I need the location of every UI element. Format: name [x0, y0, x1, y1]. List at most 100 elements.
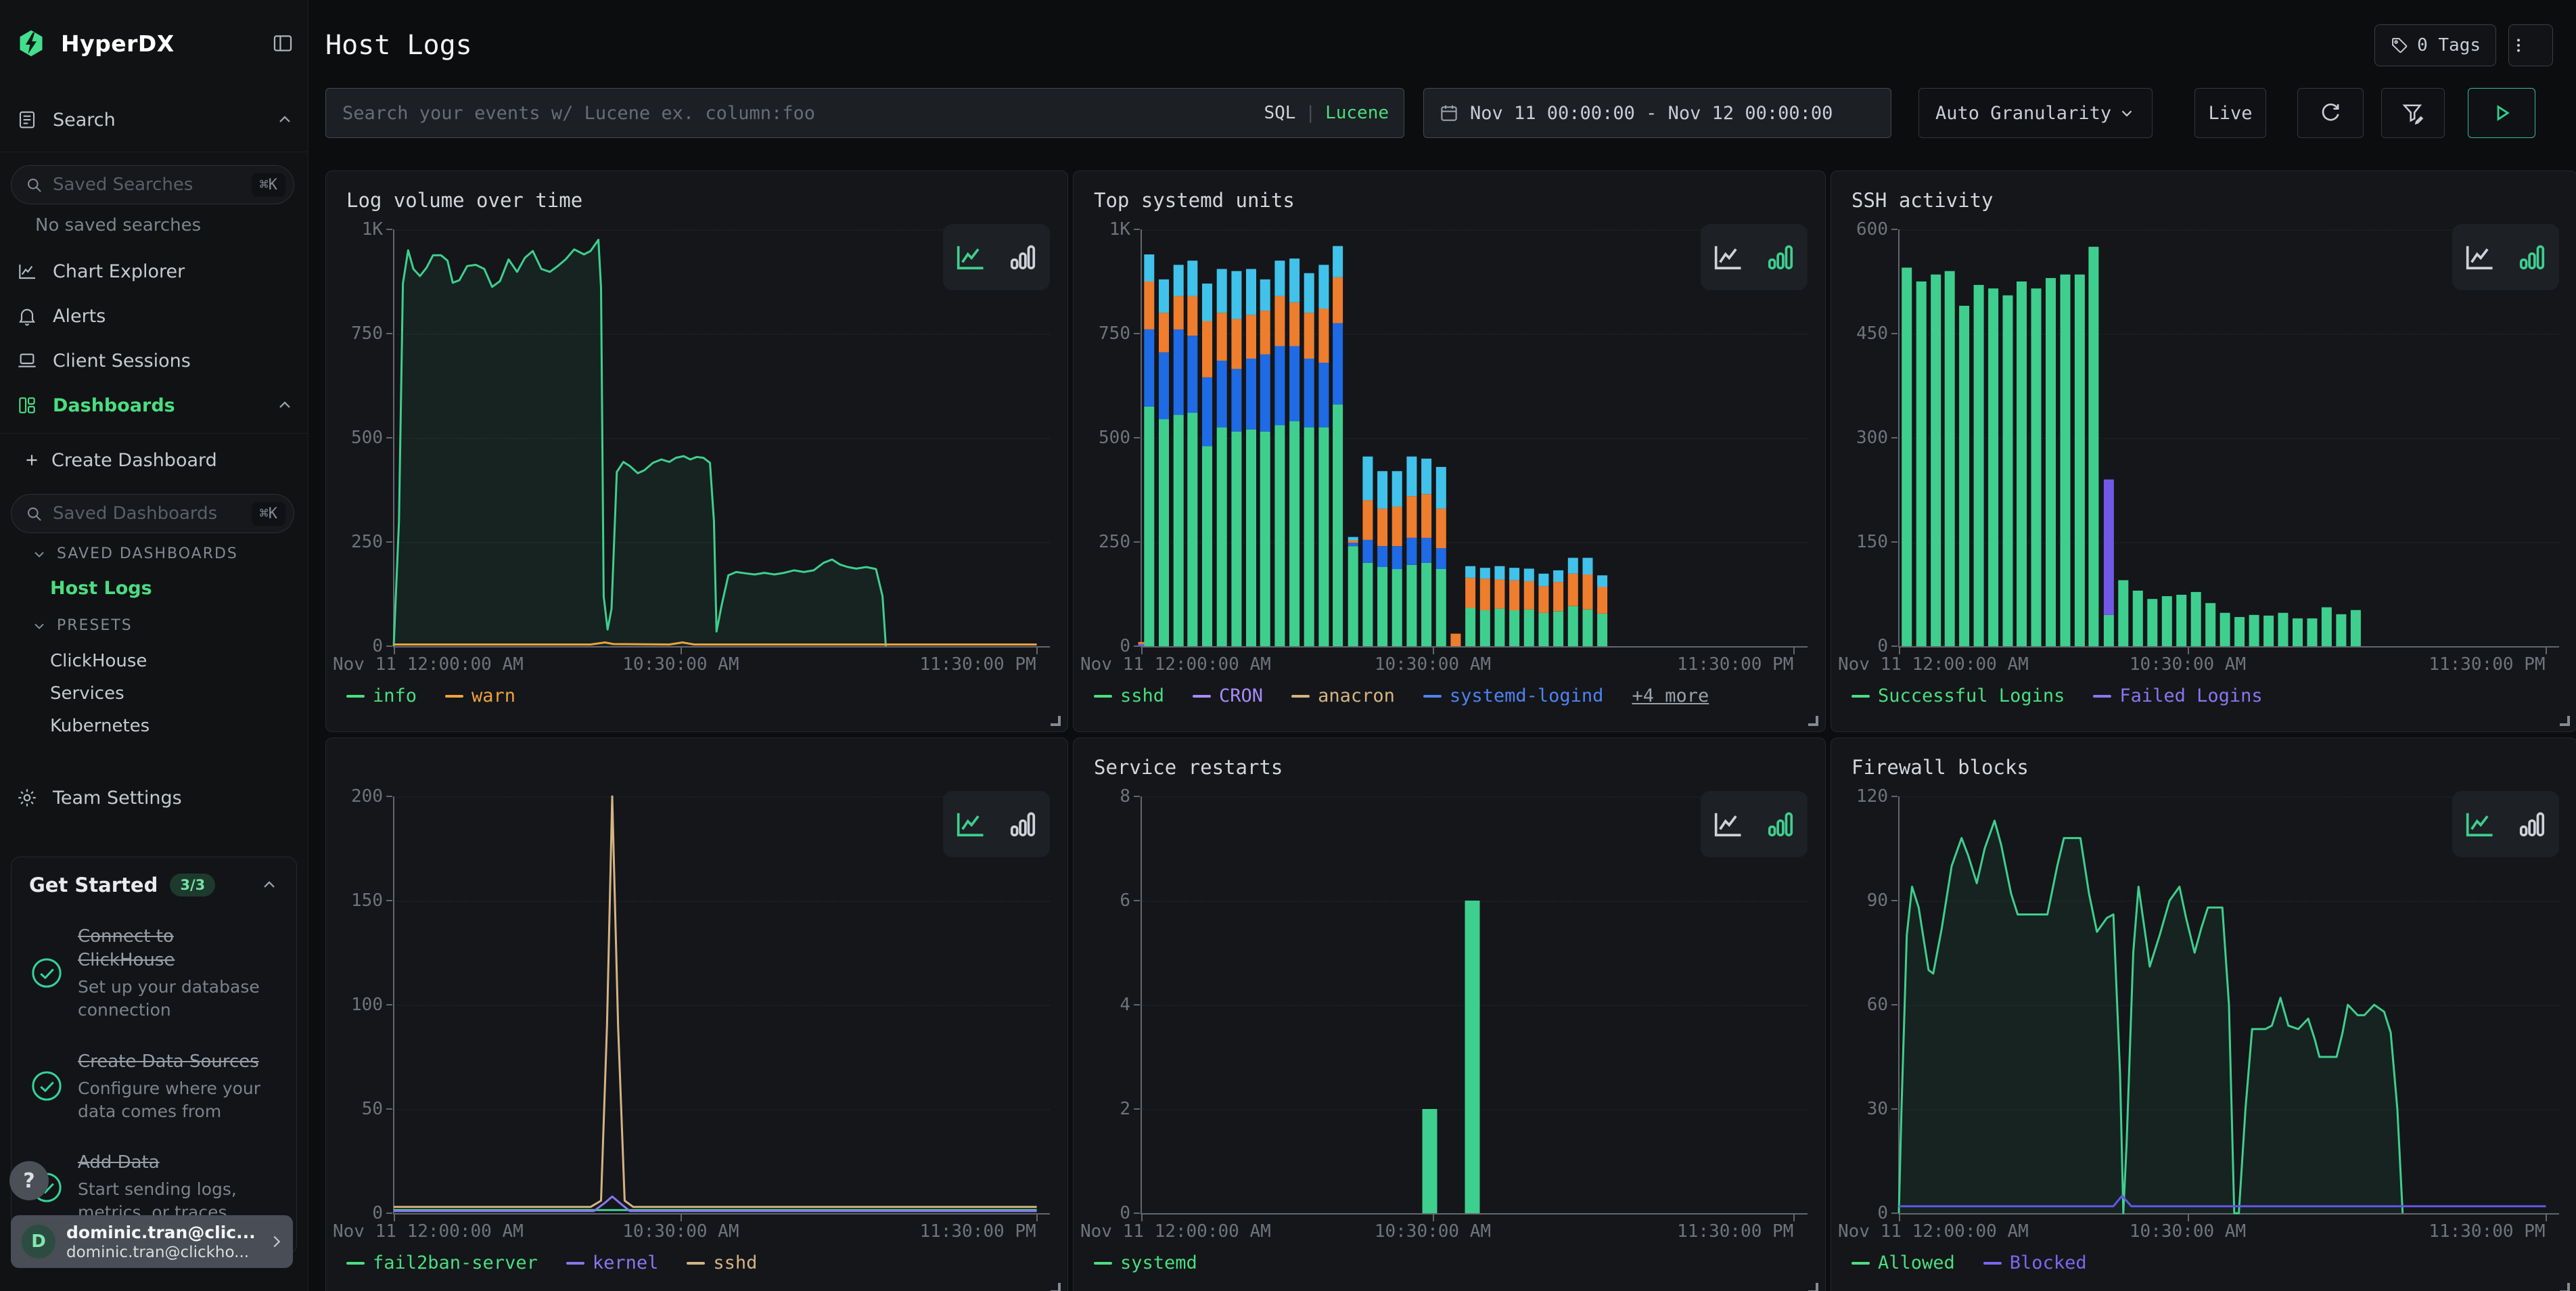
chart-card-service-restarts: Service restarts86420Nov 11 12:00:00 AM1…	[1073, 738, 1826, 1291]
legend-item[interactable]: Blocked	[1983, 1252, 2087, 1273]
x-axis-tick-label: 10:30:00 AM	[622, 654, 739, 675]
tags-button[interactable]: 0 Tags	[2374, 24, 2496, 66]
chart-legend: Successful Logins Failed Logins	[1852, 685, 2263, 706]
saved-dashboards-input[interactable]: Saved Dashboards ⌘K	[11, 494, 294, 533]
y-axis-tick-label: 0	[326, 636, 383, 656]
x-axis-tick	[1433, 1213, 1434, 1221]
bar-chart-mode-icon[interactable]	[2514, 807, 2550, 842]
y-axis-tick	[1891, 900, 1898, 901]
line-chart-mode-icon[interactable]	[2462, 807, 2497, 842]
sidebar-item-services[interactable]: Services	[50, 683, 124, 704]
event-search-input[interactable]: Search your events w/ Lucene ex. column:…	[325, 88, 1404, 138]
legend-item[interactable]: sshd	[687, 1252, 757, 1273]
legend-item[interactable]: systemd	[1094, 1252, 1197, 1273]
date-range-picker[interactable]: Nov 11 00:00:00 - Nov 12 00:00:00	[1423, 88, 1891, 138]
legend-item[interactable]: sshd	[1094, 685, 1164, 706]
legend-label: info	[373, 685, 417, 706]
legend-item[interactable]: CRON	[1193, 685, 1263, 706]
y-axis-tick	[1891, 1004, 1898, 1005]
bar-chart-mode-icon[interactable]	[1005, 807, 1040, 842]
legend-item[interactable]: anacron	[1291, 685, 1395, 706]
saved-searches-input[interactable]: Saved Searches ⌘K	[11, 165, 294, 204]
sidebar-item-clickhouse[interactable]: ClickHouse	[50, 651, 147, 671]
run-query-button[interactable]	[2468, 88, 2535, 138]
search-icon	[25, 176, 43, 194]
sidebar-item-alerts[interactable]: Alerts	[16, 296, 294, 336]
legend-label: sshd	[1120, 685, 1164, 706]
chart-mode-toggle	[2452, 791, 2559, 857]
sidebar-item-dashboards[interactable]: Dashboards	[16, 386, 294, 425]
user-name: dominic.tran@clic...	[66, 1223, 256, 1242]
card-resize-handle[interactable]	[1808, 716, 1818, 726]
filter-button[interactable]	[2381, 88, 2445, 138]
line-chart-mode-icon[interactable]	[952, 240, 988, 275]
sidebar-item-search[interactable]: Search	[16, 100, 294, 139]
sidebar-item-client-sessions[interactable]: Client Sessions	[16, 341, 294, 380]
y-axis-tick-label: 450	[1831, 323, 1888, 344]
create-dashboard-button[interactable]: Create Dashboard	[23, 441, 294, 479]
sidebar-collapse-icon[interactable]	[271, 32, 294, 55]
legend-item[interactable]: fail2ban-server	[346, 1252, 538, 1273]
legend-item[interactable]: systemd-logind	[1423, 685, 1604, 706]
card-resize-handle[interactable]	[2560, 1283, 2570, 1291]
granularity-select[interactable]: Auto Granularity	[1918, 88, 2153, 138]
y-axis-tick-label: 500	[326, 428, 383, 448]
card-resize-handle[interactable]	[1808, 1283, 1818, 1291]
y-axis-tick	[386, 437, 392, 438]
section-saved-dashboards[interactable]: SAVED DASHBOARDS	[31, 545, 238, 562]
x-axis-tick	[1036, 1213, 1038, 1221]
live-button[interactable]: Live	[2194, 88, 2266, 138]
card-resize-handle[interactable]	[2560, 716, 2570, 726]
section-presets[interactable]: PRESETS	[31, 617, 133, 634]
chevron-up-icon[interactable]	[275, 110, 294, 129]
search-icon	[25, 505, 43, 523]
legend-item[interactable]: Allowed	[1852, 1252, 1955, 1273]
line-chart-mode-icon[interactable]	[1710, 807, 1745, 842]
chevron-up-icon[interactable]	[275, 396, 294, 415]
user-menu[interactable]: D dominic.tran@clic... dominic.tran@clic…	[11, 1215, 293, 1268]
sidebar-item-host-logs[interactable]: Host Logs	[50, 578, 152, 599]
user-email: dominic.tran@clickho...	[66, 1244, 256, 1261]
x-axis-tick	[1899, 646, 1900, 654]
chevron-down-icon	[31, 546, 47, 562]
bar-chart-mode-icon[interactable]	[2514, 240, 2550, 275]
y-axis-tick-label: 750	[326, 323, 383, 344]
line-chart-mode-icon[interactable]	[2462, 240, 2497, 275]
legend-item[interactable]: warn	[445, 685, 515, 706]
get-started-item[interactable]: Add Data Start sending logs, metrics, or…	[29, 1151, 279, 1224]
help-button[interactable]: ?	[9, 1161, 49, 1200]
line-chart-mode-icon[interactable]	[1710, 240, 1745, 275]
kbd-shortcut: ⌘K	[252, 502, 286, 526]
sql-toggle[interactable]: SQL	[1264, 103, 1295, 123]
legend-item[interactable]: kernel	[566, 1252, 659, 1273]
chart-explorer-icon	[16, 261, 38, 282]
get-started-item[interactable]: Connect to ClickHouse Set up your databa…	[29, 925, 279, 1022]
card-resize-handle[interactable]	[1051, 1283, 1061, 1291]
y-axis-tick	[1134, 541, 1140, 543]
y-axis-tick-label: 250	[326, 532, 383, 552]
laptop-icon	[16, 350, 38, 371]
y-axis-tick	[1134, 900, 1140, 901]
chevron-up-icon[interactable]	[260, 876, 279, 894]
legend-more-link[interactable]: +4 more	[1632, 685, 1709, 706]
bar-chart-mode-icon[interactable]	[1763, 240, 1798, 275]
y-axis-tick-label: 8	[1074, 786, 1130, 807]
get-started-item[interactable]: Create Data Sources Configure where your…	[29, 1050, 279, 1123]
bar-chart-mode-icon[interactable]	[1005, 240, 1040, 275]
sidebar-item-kubernetes[interactable]: Kubernetes	[50, 716, 150, 736]
y-axis-tick	[386, 646, 392, 647]
y-axis-tick-label: 0	[1831, 636, 1888, 656]
card-resize-handle[interactable]	[1051, 716, 1061, 726]
sidebar-item-chart-explorer[interactable]: Chart Explorer	[16, 252, 294, 291]
sidebar-item-team-settings[interactable]: Team Settings	[16, 778, 294, 817]
legend-label: Blocked	[2010, 1252, 2087, 1273]
line-chart-mode-icon[interactable]	[952, 807, 988, 842]
more-options-button[interactable]	[2508, 24, 2553, 66]
legend-item[interactable]: Failed Logins	[2093, 685, 2262, 706]
lucene-toggle[interactable]: Lucene	[1325, 103, 1389, 123]
bar-chart-mode-icon[interactable]	[1763, 807, 1798, 842]
refresh-button[interactable]	[2297, 88, 2364, 138]
legend-item[interactable]: info	[346, 685, 417, 706]
chart-legend: sshd CRON anacron systemd-logind +4 more	[1094, 685, 1709, 706]
legend-item[interactable]: Successful Logins	[1852, 685, 2065, 706]
